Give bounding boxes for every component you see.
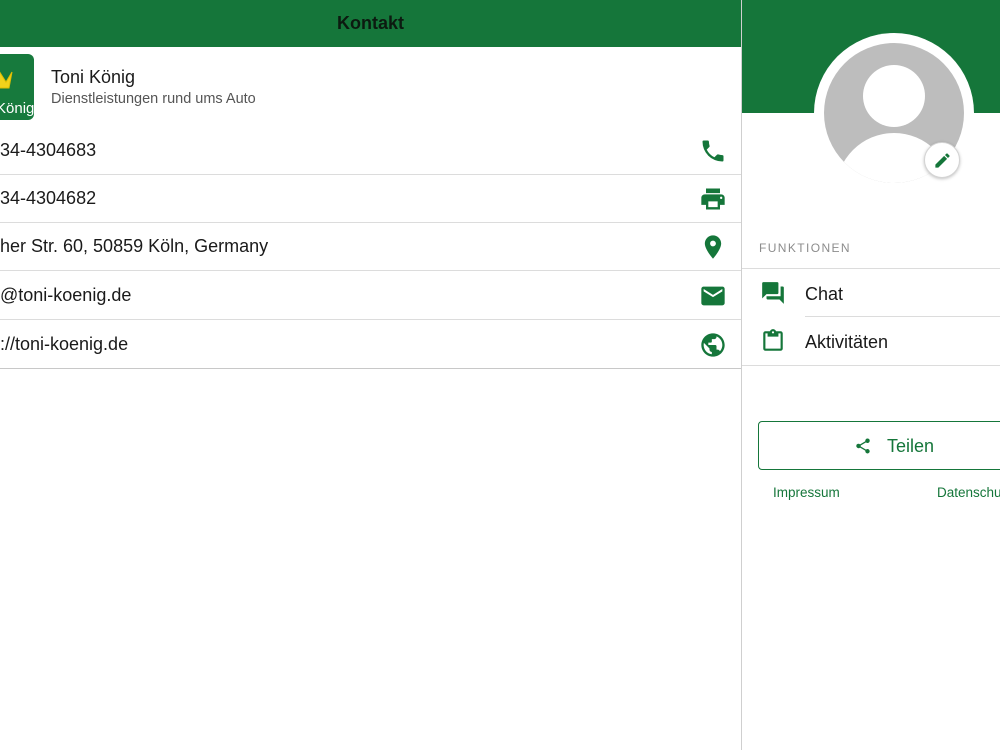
profile-pane: FUNKTIONEN Chat Aktivitäten Teilen Impre… (742, 0, 1000, 750)
phone-number[interactable]: 34-4304683 (0, 140, 96, 161)
edit-avatar-button[interactable] (924, 142, 960, 178)
contact-row-address[interactable]: her Str. 60, 50859 Köln, Germany (0, 223, 741, 271)
page-title: Kontakt (337, 13, 404, 33)
company-name: Toni König (51, 67, 136, 87)
contact-row-email[interactable]: @toni-koenig.de (0, 272, 741, 320)
email-text[interactable]: @toni-koenig.de (0, 285, 131, 306)
impressum-link[interactable]: Impressum (773, 485, 840, 500)
pencil-icon (935, 153, 950, 168)
share-button[interactable]: Teilen (758, 421, 1000, 470)
fax-number[interactable]: 34-4304682 (0, 188, 96, 209)
contact-pane: Kontakt König Toni König Dienstleistunge… (0, 0, 741, 750)
contact-header-bar: Kontakt (0, 0, 741, 47)
company-logo: König (0, 54, 34, 120)
function-item-label: Aktivitäten (805, 332, 889, 352)
function-item-label: Chat (805, 284, 844, 304)
company-logo-text: König (0, 100, 34, 117)
contact-row-website[interactable]: ://toni-koenig.de (0, 321, 741, 369)
function-item-chat[interactable]: Chat (742, 269, 1000, 317)
map-pin-icon[interactable] (699, 233, 727, 261)
website-text[interactable]: ://toni-koenig.de (0, 334, 128, 355)
phone-icon[interactable] (699, 137, 727, 165)
clipboard-icon (760, 328, 786, 354)
chat-bubbles-icon (760, 280, 786, 306)
contact-row-fax[interactable]: 34-4304682 (0, 175, 741, 223)
functions-section-label: FUNKTIONEN (759, 241, 851, 255)
divider (742, 365, 1000, 366)
crown-icon (0, 71, 13, 89)
address-text[interactable]: her Str. 60, 50859 Köln, Germany (0, 236, 268, 257)
share-icon (856, 438, 870, 454)
contact-row-phone[interactable]: 34-4304683 (0, 127, 741, 175)
company-subtitle: Dienstleistungen rund ums Auto (51, 91, 256, 107)
envelope-icon[interactable] (699, 282, 727, 310)
function-item-activities[interactable]: Aktivitäten (742, 317, 1000, 365)
company-header: König Toni König Dienstleistungen rund u… (0, 47, 741, 127)
printer-icon[interactable] (699, 185, 727, 213)
globe-icon[interactable] (699, 331, 727, 359)
privacy-link[interactable]: Datenschu (937, 485, 1000, 500)
share-button-label: Teilen (887, 436, 935, 456)
